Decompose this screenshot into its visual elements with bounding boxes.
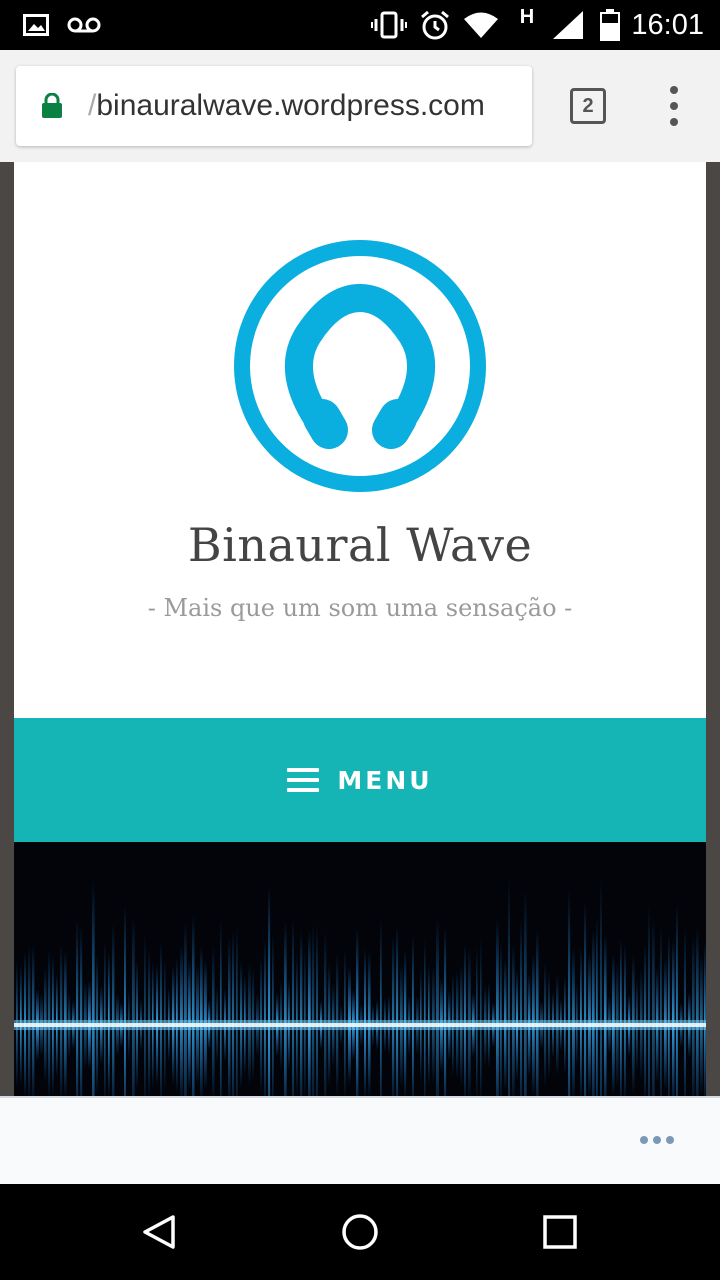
- hamburger-icon: [287, 768, 320, 792]
- navigation-bar: [0, 1184, 720, 1280]
- url-prefix: /: [88, 89, 97, 122]
- alarm-icon: [418, 0, 452, 50]
- status-time: 16:01: [631, 8, 704, 41]
- url-text[interactable]: binauralwave.wordpress.com: [96, 89, 485, 123]
- vibrate-icon: [370, 0, 408, 50]
- wifi-icon: [462, 0, 500, 50]
- bottom-sheet[interactable]: [0, 1096, 720, 1184]
- headphones-icon[interactable]: [234, 240, 486, 492]
- url-bar[interactable]: / binauralwave.wordpress.com: [16, 66, 532, 146]
- signal-icon: [550, 0, 586, 50]
- h-network-icon: H: [519, 6, 535, 28]
- menu-label: MENU: [337, 765, 433, 795]
- recents-icon[interactable]: [500, 1184, 620, 1280]
- menu-toggle-button[interactable]: MENU: [14, 718, 706, 842]
- more-horizontal-icon[interactable]: [640, 1136, 674, 1144]
- browser-toolbar: / binauralwave.wordpress.com 2: [0, 50, 720, 162]
- voicemail-icon: [66, 0, 102, 50]
- battery-icon: [598, 0, 622, 50]
- site-tagline: - Mais que um som uma sensação -: [147, 594, 573, 622]
- status-bar: H 16:01: [0, 0, 720, 50]
- gallery-icon: [22, 0, 50, 50]
- tab-switcher-button[interactable]: 2: [570, 88, 606, 124]
- browser-menu-icon[interactable]: [654, 80, 694, 132]
- lock-icon[interactable]: [16, 66, 88, 146]
- web-viewport: Binaural Wave - Mais que um som uma sens…: [0, 162, 720, 1184]
- back-icon[interactable]: [100, 1184, 220, 1280]
- site-title[interactable]: Binaural Wave: [14, 518, 706, 572]
- site-page: Binaural Wave - Mais que um som uma sens…: [14, 162, 706, 1184]
- home-icon[interactable]: [300, 1184, 420, 1280]
